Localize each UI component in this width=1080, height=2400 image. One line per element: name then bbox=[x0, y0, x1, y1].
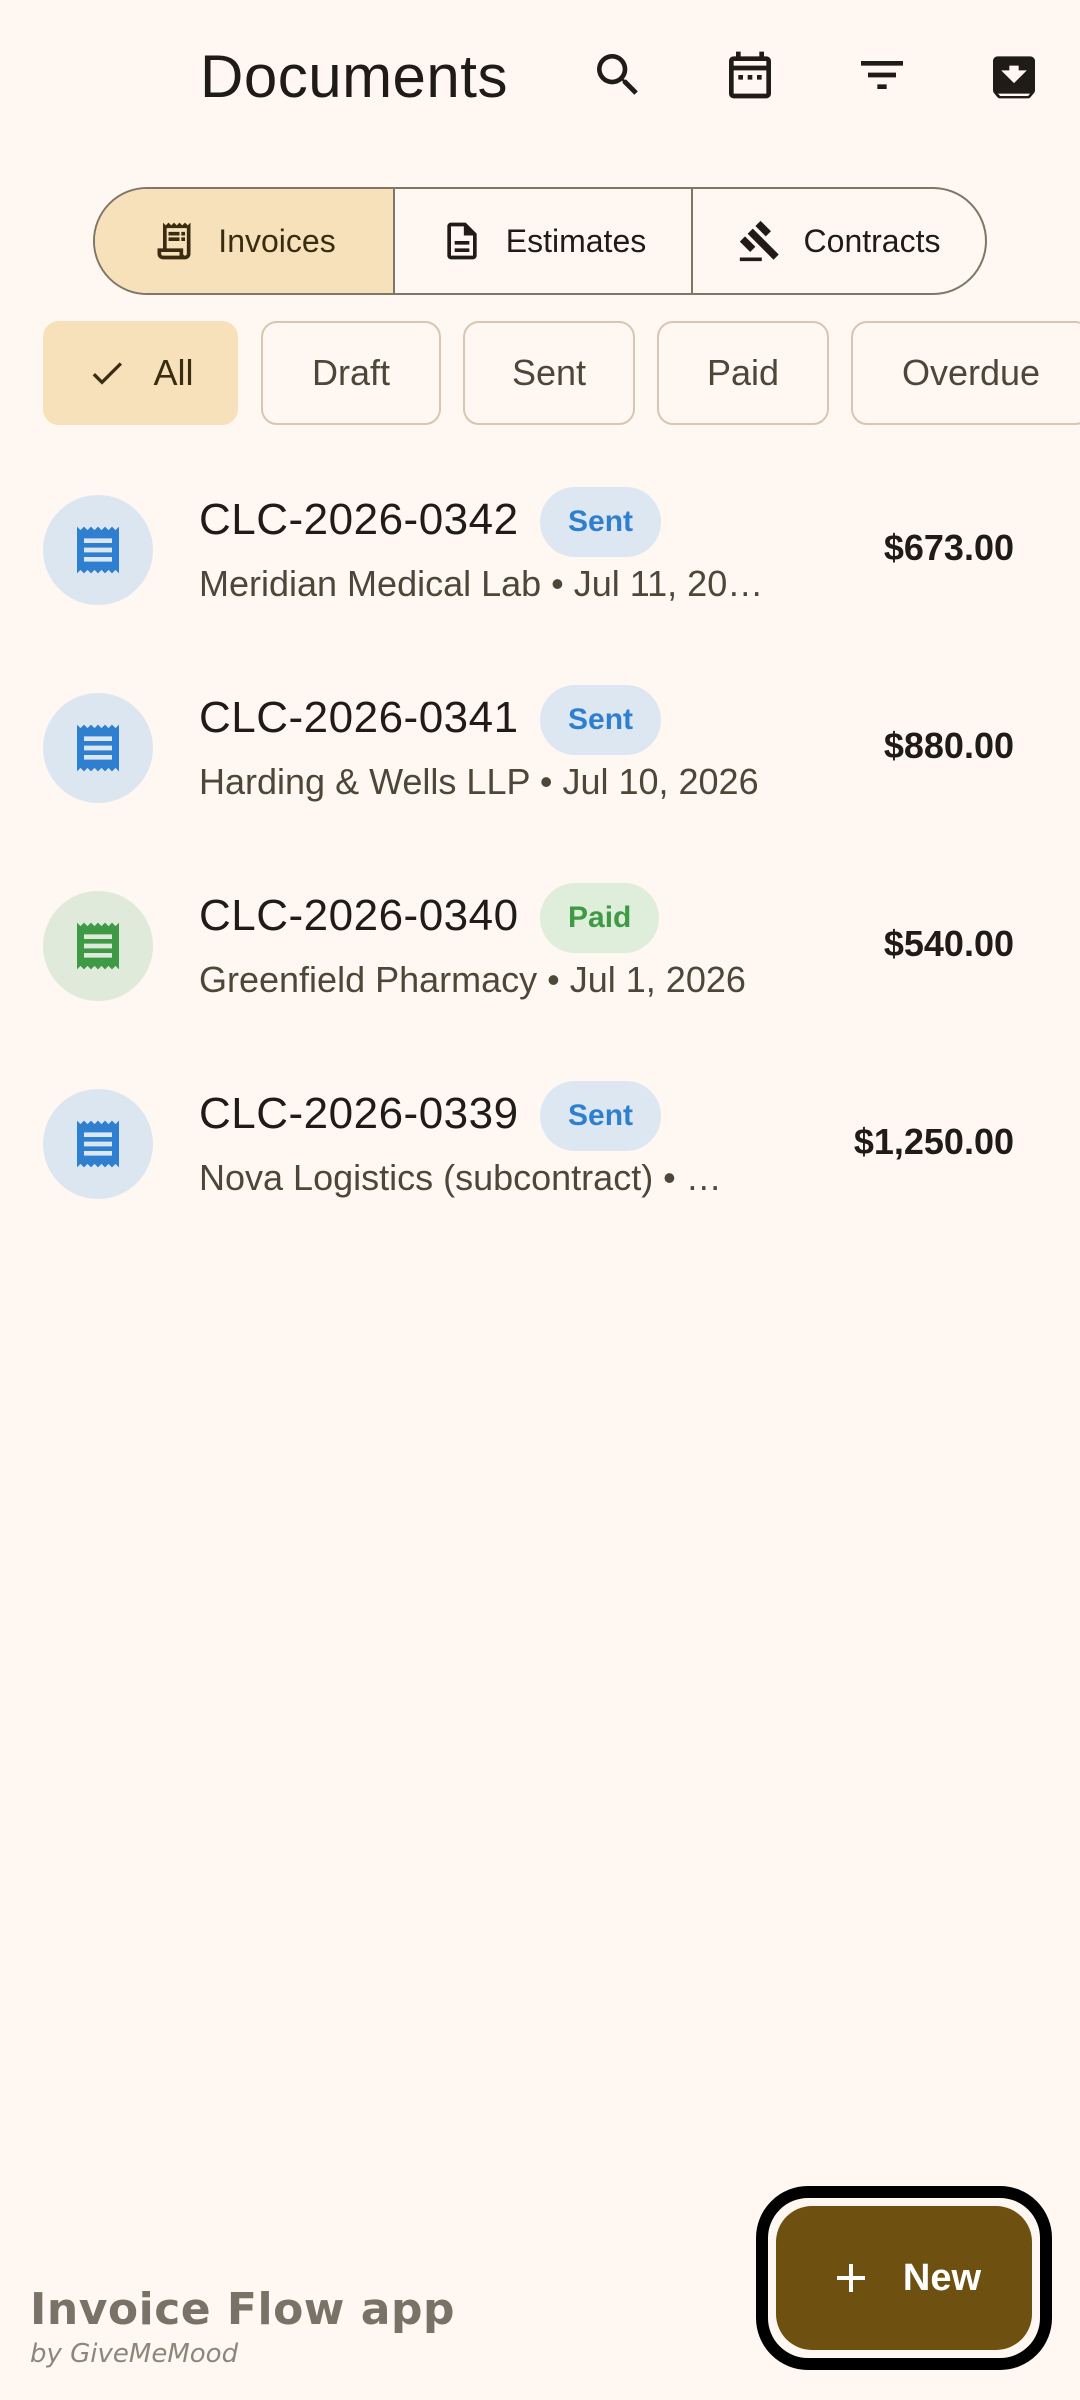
app-brand: Invoice Flow app by GiveMeMood bbox=[30, 2284, 455, 2369]
new-document-fab-highlight: New bbox=[756, 2186, 1052, 2370]
chip-paid[interactable]: Paid bbox=[657, 321, 829, 425]
receipt-icon bbox=[43, 693, 153, 803]
receipt-icon bbox=[43, 1089, 153, 1199]
invoice-amount: $540.00 bbox=[883, 923, 1014, 964]
invoice-amount: $880.00 bbox=[883, 725, 1014, 766]
status-badge: Sent bbox=[540, 1081, 662, 1151]
top-app-bar: Documents bbox=[0, 0, 1080, 150]
check-icon bbox=[87, 353, 127, 393]
gavel-icon bbox=[738, 219, 782, 263]
chip-all-label: All bbox=[153, 352, 194, 393]
invoice-client-date: Harding & Wells LLP • Jul 10, 2026 bbox=[199, 761, 759, 802]
invoice-client-date: Meridian Medical Lab • Jul 11, 20… bbox=[199, 563, 764, 604]
archive-icon[interactable] bbox=[984, 45, 1044, 105]
search-icon[interactable] bbox=[588, 45, 648, 105]
chip-draft[interactable]: Draft bbox=[261, 321, 441, 425]
segment-invoices-label: Invoices bbox=[218, 222, 336, 259]
list-item[interactable]: CLC-2026-0340 Paid Greenfield Pharmacy •… bbox=[0, 841, 1080, 1039]
calendar-icon[interactable] bbox=[720, 45, 780, 105]
segment-estimates-label: Estimates bbox=[505, 222, 647, 259]
list-item[interactable]: CLC-2026-0339 Sent Nova Logistics (subco… bbox=[0, 1039, 1080, 1237]
new-button-label: New bbox=[902, 2256, 982, 2299]
chip-paid-label: Paid bbox=[706, 352, 780, 393]
chip-sent[interactable]: Sent bbox=[463, 321, 635, 425]
invoice-client-date: Nova Logistics (subcontract) • … bbox=[199, 1157, 722, 1198]
status-badge: Sent bbox=[540, 685, 662, 755]
plus-icon bbox=[827, 2254, 875, 2302]
brand-name: Invoice Flow app bbox=[30, 2284, 455, 2335]
chip-sent-label: Sent bbox=[511, 352, 587, 393]
chip-overdue[interactable]: Overdue bbox=[851, 321, 1080, 425]
invoice-amount: $1,250.00 bbox=[853, 1121, 1014, 1162]
new-document-button[interactable]: New bbox=[776, 2206, 1032, 2350]
filter-icon[interactable] bbox=[852, 45, 912, 105]
status-badge: Paid bbox=[540, 883, 660, 953]
list-item[interactable]: CLC-2026-0342 Sent Meridian Medical Lab … bbox=[0, 445, 1080, 643]
list-item[interactable]: CLC-2026-0341 Sent Harding & Wells LLP •… bbox=[0, 643, 1080, 841]
receipt-icon bbox=[43, 495, 153, 605]
chip-all[interactable]: All bbox=[43, 321, 238, 425]
invoice-number: CLC-2026-0339 bbox=[199, 1089, 519, 1138]
document-type-segmented-control: Invoices Estimates Contracts bbox=[93, 187, 987, 295]
page-title: Documents bbox=[200, 43, 508, 110]
status-badge: Sent bbox=[540, 487, 662, 557]
invoice-number: CLC-2026-0341 bbox=[199, 693, 519, 742]
segment-estimates[interactable]: Estimates bbox=[393, 189, 691, 293]
status-filter-chips: All Draft Sent Paid Overdue bbox=[43, 321, 1080, 425]
chip-overdue-label: Overdue bbox=[901, 352, 1041, 393]
segment-invoices[interactable]: Invoices bbox=[95, 189, 393, 293]
document-icon bbox=[440, 219, 484, 263]
invoice-client-date: Greenfield Pharmacy • Jul 1, 2026 bbox=[199, 959, 746, 1000]
invoice-number: CLC-2026-0340 bbox=[199, 891, 519, 940]
receipt-icon bbox=[43, 891, 153, 1001]
segment-contracts[interactable]: Contracts bbox=[691, 189, 985, 293]
segment-contracts-label: Contracts bbox=[803, 222, 941, 259]
brand-by: by GiveMeMood bbox=[30, 2339, 239, 2369]
invoice-amount: $673.00 bbox=[883, 527, 1014, 568]
chip-draft-label: Draft bbox=[311, 352, 390, 393]
invoice-icon bbox=[152, 219, 196, 263]
invoice-number: CLC-2026-0342 bbox=[199, 495, 519, 544]
